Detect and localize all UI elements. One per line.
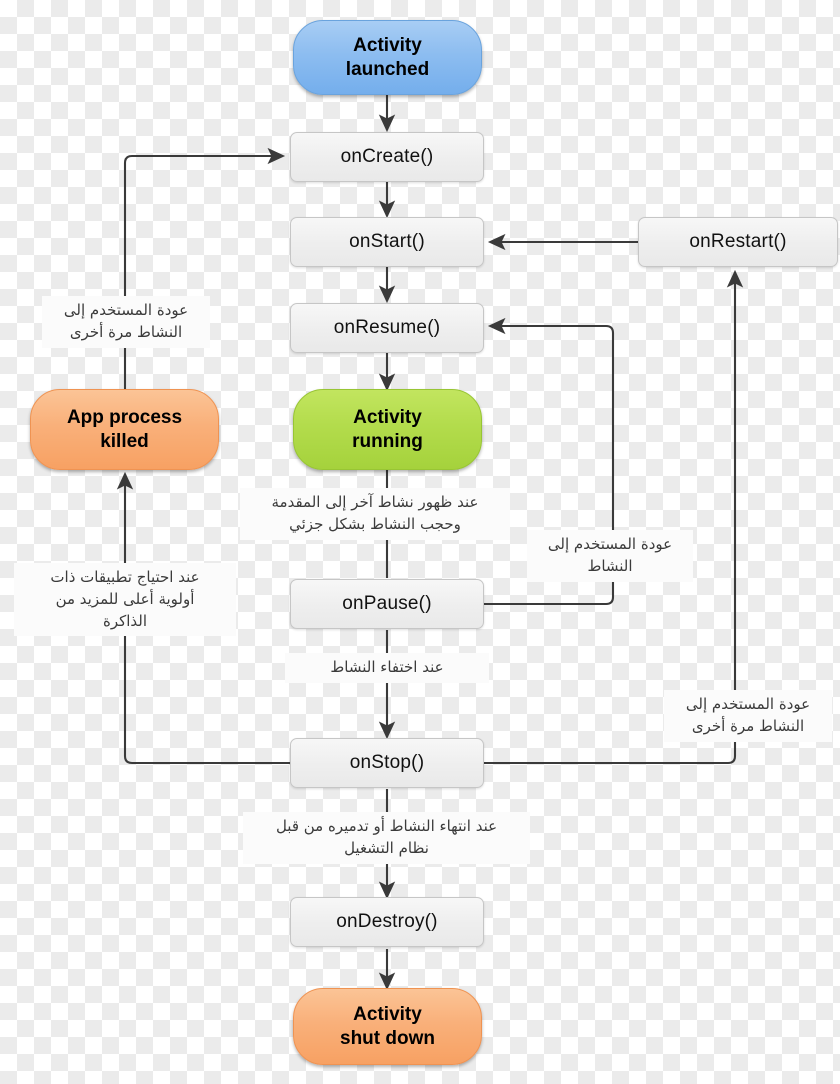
callback-ondestroy-label: onDestroy(): [336, 911, 438, 932]
callback-onpause-label: onPause(): [342, 593, 432, 614]
callback-onrestart-label: onRestart(): [689, 231, 787, 252]
callback-onstart-label: onStart(): [349, 231, 425, 252]
state-activity-running[interactable]: Activity running: [293, 389, 482, 470]
callback-onstop[interactable]: onStop(): [290, 738, 484, 788]
callback-ondestroy[interactable]: onDestroy(): [290, 897, 484, 947]
note-higher-priority-apps-memory: عند احتياج تطبيقات ذات أولوية أعلى للمزي…: [14, 563, 236, 637]
callback-oncreate[interactable]: onCreate(): [290, 132, 484, 182]
note-activity-no-longer-visible: عند اختفاء النشاط: [285, 653, 489, 683]
state-activity-launched-label: Activity launched: [345, 34, 430, 80]
state-activity-running-label: Activity running: [352, 406, 423, 452]
activity-lifecycle-diagram: Activity launched Activity running App p…: [0, 0, 840, 1084]
callback-oncreate-label: onCreate(): [340, 146, 434, 167]
callback-onrestart[interactable]: onRestart(): [638, 217, 838, 267]
state-activity-shut-down-label: Activity shut down: [340, 1003, 435, 1049]
note-user-returns-to-activity: عودة المستخدم إلى النشاط: [527, 530, 693, 582]
edge-killed-to-oncreate: [123, 147, 286, 389]
callback-onstop-label: onStop(): [349, 752, 425, 773]
state-app-process-killed[interactable]: App process killed: [30, 389, 219, 470]
note-user-returns-again-left: عودة المستخدم إلى النشاط مرة أخرى: [42, 296, 210, 348]
state-app-process-killed-label: App process killed: [66, 406, 183, 452]
callback-onstart[interactable]: onStart(): [290, 217, 484, 267]
note-user-returns-again-right: عودة المستخدم إلى النشاط مرة أخرى: [664, 690, 832, 742]
state-activity-shut-down[interactable]: Activity shut down: [293, 988, 482, 1065]
callback-onresume[interactable]: onResume(): [290, 303, 484, 353]
callback-onpause[interactable]: onPause(): [290, 579, 484, 629]
state-activity-launched[interactable]: Activity launched: [293, 20, 482, 95]
callback-onresume-label: onResume(): [333, 317, 441, 338]
note-another-activity-foreground: عند ظهور نشاط آخر إلى المقدمة وحجب النشا…: [240, 488, 510, 540]
note-activity-finishing-or-destroyed: عند انتهاء النشاط أو تدميره من قبل نظام …: [243, 812, 530, 864]
